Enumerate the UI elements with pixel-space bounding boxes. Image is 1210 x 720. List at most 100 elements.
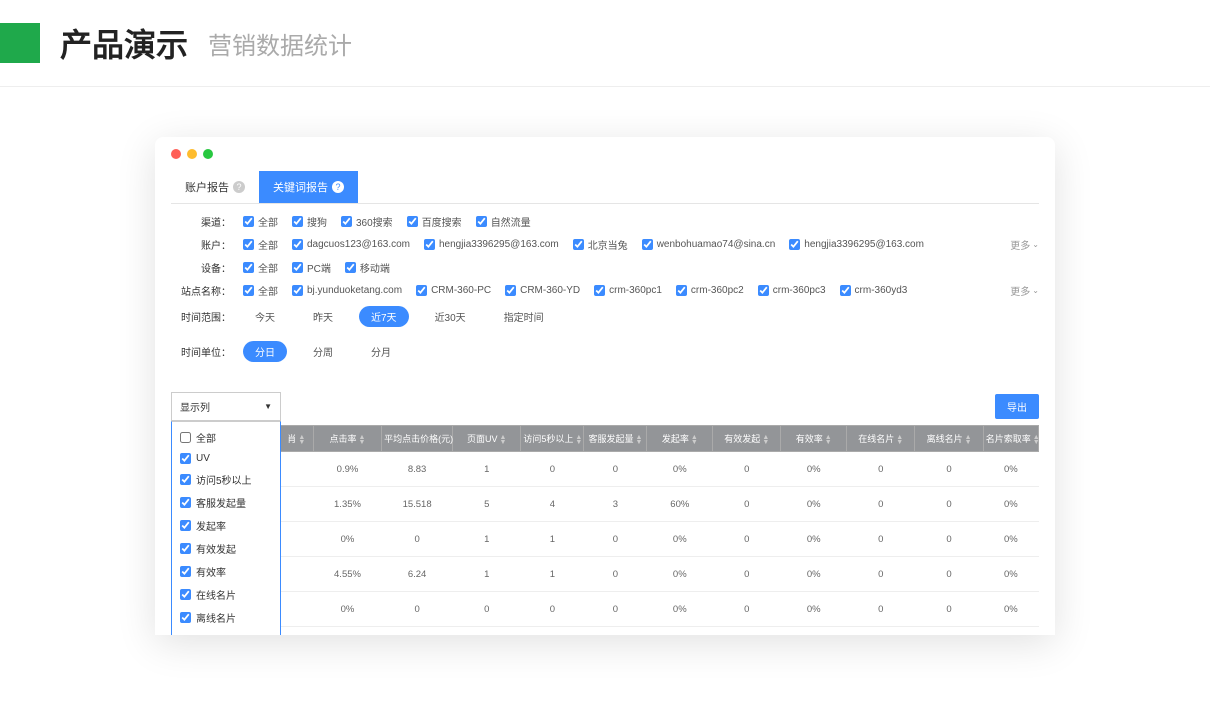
table-row[interactable]: 夭bj-云朵课堂0%01100%00%000%	[172, 522, 1039, 557]
filter-checkbox-option[interactable]: PC端	[292, 260, 331, 275]
checkbox-icon[interactable]	[180, 520, 191, 531]
checkbox-icon[interactable]	[341, 216, 352, 227]
filter-checkbox-option[interactable]: 搜狗	[292, 214, 327, 229]
filter-checkbox-option[interactable]: dagcuos123@163.com	[292, 239, 410, 250]
table-header-cell[interactable]: 在线名片▲▼	[847, 426, 915, 452]
filter-checkbox-option[interactable]: crm-360pc2	[676, 285, 744, 296]
filter-checkbox-option[interactable]: hengjia3396295@163.com	[424, 239, 559, 250]
time-option-pill[interactable]: 分周	[301, 341, 345, 362]
column-toggle-item[interactable]: 客服发起量	[172, 491, 280, 514]
table-header-cell[interactable]: 离线名片▲▼	[915, 426, 983, 452]
checkbox-icon[interactable]	[243, 262, 254, 273]
table-header-cell[interactable]: 发起率▲▼	[647, 426, 713, 452]
table-header-cell[interactable]: 客服发起量▲▼	[584, 426, 647, 452]
filter-checkbox-option[interactable]: 自然流量	[476, 214, 531, 229]
checkbox-icon[interactable]	[180, 453, 191, 464]
checkbox-icon[interactable]	[642, 239, 653, 250]
column-toggle-item[interactable]: 在线名片	[172, 583, 280, 606]
checkbox-icon[interactable]	[594, 285, 605, 296]
checkbox-icon[interactable]	[180, 497, 191, 508]
sort-icon[interactable]: ▲▼	[298, 435, 305, 445]
checkbox-icon[interactable]	[416, 285, 427, 296]
column-toggle-item[interactable]: 发起率	[172, 514, 280, 537]
checkbox-icon[interactable]	[476, 216, 487, 227]
table-row[interactable]: 夭bj-云朵课堂0%00000%00%000%	[172, 592, 1039, 627]
checkbox-icon[interactable]	[676, 285, 687, 296]
column-selector[interactable]: 显示列 ▼	[171, 392, 281, 421]
filter-checkbox-option[interactable]: crm-360pc3	[758, 285, 826, 296]
sort-icon[interactable]: ▲▼	[691, 435, 698, 445]
checkbox-icon[interactable]	[424, 239, 435, 250]
checkbox-icon[interactable]	[292, 262, 303, 273]
filter-checkbox-option[interactable]: bj.yunduoketang.com	[292, 285, 402, 296]
column-selector-dropdown[interactable]: 全部UV访问5秒以上客服发起量发起率有效发起有效率在线名片离线名片名片索取率有效…	[171, 421, 281, 635]
sort-icon[interactable]: ▲▼	[896, 435, 903, 445]
column-toggle-item[interactable]: 名片索取率	[172, 629, 280, 635]
filter-checkbox-option[interactable]: hengjia3396295@163.com	[789, 239, 924, 250]
checkbox-icon[interactable]	[243, 239, 254, 250]
tab-keyword-report[interactable]: 关键词报告 ?	[259, 171, 358, 203]
checkbox-icon[interactable]	[180, 474, 191, 485]
checkbox-icon[interactable]	[345, 262, 356, 273]
time-option-pill[interactable]: 今天	[243, 306, 287, 327]
checkbox-icon[interactable]	[505, 285, 516, 296]
column-toggle-item[interactable]: 访问5秒以上	[172, 468, 280, 491]
filter-checkbox-option[interactable]: 百度搜索	[407, 214, 462, 229]
sort-icon[interactable]: ▲▼	[575, 435, 582, 445]
time-option-pill[interactable]: 昨天	[301, 306, 345, 327]
filter-checkbox-option[interactable]: 全部	[243, 260, 278, 275]
checkbox-icon[interactable]	[292, 216, 303, 227]
help-icon[interactable]: ?	[332, 181, 344, 193]
table-header-cell[interactable]: 有效率▲▼	[781, 426, 847, 452]
filter-checkbox-option[interactable]: CRM-360-YD	[505, 285, 580, 296]
checkbox-icon[interactable]	[407, 216, 418, 227]
checkbox-icon[interactable]	[180, 612, 191, 623]
filter-checkbox-option[interactable]: 北京当兔	[573, 237, 628, 252]
checkbox-icon[interactable]	[292, 239, 303, 250]
sort-icon[interactable]: ▲▼	[965, 435, 972, 445]
column-toggle-item[interactable]: 离线名片	[172, 606, 280, 629]
checkbox-icon[interactable]	[180, 432, 191, 443]
table-header-cell[interactable]: 平均点击价格(元)▲▼	[382, 426, 453, 452]
sort-icon[interactable]: ▲▼	[825, 435, 832, 445]
more-toggle[interactable]: 更多 ⌄	[1010, 237, 1039, 252]
checkbox-icon[interactable]	[573, 239, 584, 250]
sort-icon[interactable]: ▲▼	[635, 435, 642, 445]
table-row[interactable]: 夭bj-云朵课堂0.9%8.831000%00%000%	[172, 452, 1039, 487]
export-button[interactable]: 导出	[995, 394, 1039, 419]
table-row[interactable]: 夭bj-云朵课堂4.55%6.241100%00%000%	[172, 557, 1039, 592]
checkbox-icon[interactable]	[180, 543, 191, 554]
window-minimize-icon[interactable]	[187, 149, 197, 159]
tab-account-report[interactable]: 账户报告 ?	[171, 171, 259, 203]
filter-checkbox-option[interactable]: crm-360yd3	[840, 285, 908, 296]
column-toggle-item[interactable]: 有效率	[172, 560, 280, 583]
window-close-icon[interactable]	[171, 149, 181, 159]
checkbox-icon[interactable]	[789, 239, 800, 250]
sort-icon[interactable]: ▲▼	[500, 435, 507, 445]
table-header-cell[interactable]: 名片索取率▲▼	[983, 426, 1038, 452]
filter-checkbox-option[interactable]: crm-360pc1	[594, 285, 662, 296]
table-header-cell[interactable]: 访问5秒以上▲▼	[521, 426, 584, 452]
filter-checkbox-option[interactable]: 全部	[243, 237, 278, 252]
checkbox-icon[interactable]	[840, 285, 851, 296]
filter-checkbox-option[interactable]: 360搜索	[341, 214, 393, 229]
filter-checkbox-option[interactable]: 移动端	[345, 260, 390, 275]
help-icon[interactable]: ?	[233, 181, 245, 193]
sort-icon[interactable]: ▲▼	[762, 435, 769, 445]
table-row[interactable]: 夭bj-云朵课堂1.35%15.51854360%00%000%	[172, 487, 1039, 522]
checkbox-icon[interactable]	[243, 285, 254, 296]
filter-checkbox-option[interactable]: CRM-360-PC	[416, 285, 491, 296]
filter-checkbox-option[interactable]: wenbohuamao74@sina.cn	[642, 239, 776, 250]
filter-checkbox-option[interactable]: 全部	[243, 283, 278, 298]
column-toggle-item[interactable]: 全部	[172, 426, 280, 449]
column-toggle-item[interactable]: UV	[172, 449, 280, 468]
more-toggle[interactable]: 更多 ⌄	[1010, 283, 1039, 298]
time-option-pill[interactable]: 分日	[243, 341, 287, 362]
checkbox-icon[interactable]	[292, 285, 303, 296]
checkbox-icon[interactable]	[758, 285, 769, 296]
time-option-pill[interactable]: 近7天	[359, 306, 409, 327]
table-header-cell[interactable]: 页面UV▲▼	[453, 426, 521, 452]
checkbox-icon[interactable]	[180, 566, 191, 577]
column-toggle-item[interactable]: 有效发起	[172, 537, 280, 560]
table-header-cell[interactable]: 有效发起▲▼	[713, 426, 781, 452]
